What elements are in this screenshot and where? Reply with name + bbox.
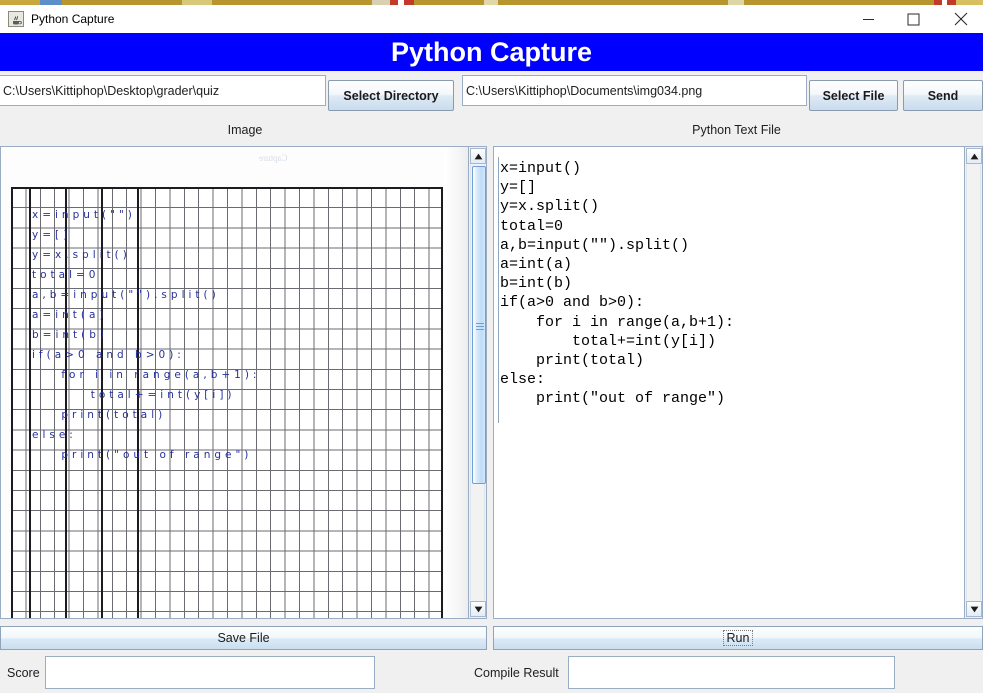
compile-result-label: Compile Result [474, 666, 559, 680]
python-text-panel: x=input() y=[] y=x.split() total=0 a,b=i… [493, 146, 983, 619]
select-directory-button[interactable]: Select Directory [328, 80, 454, 111]
image-panel-label: Image [227, 123, 263, 137]
app-banner: Python Capture [0, 33, 983, 71]
compile-result-field[interactable] [568, 656, 895, 689]
run-button[interactable]: Run [493, 626, 983, 650]
handwritten-line: print("out of range") [32, 449, 253, 461]
image-panel: Capture reference Console answer answer … [0, 146, 487, 619]
handwritten-line: a,b=input("").split() [32, 289, 220, 301]
close-button[interactable] [938, 5, 983, 33]
image-vertical-scrollbar[interactable] [468, 147, 486, 618]
title-bar: Python Capture [0, 5, 983, 33]
python-panel-label: Python Text File [692, 123, 781, 137]
handwritten-line: else: [32, 429, 77, 441]
image-viewport[interactable]: Capture reference Console answer answer … [1, 147, 468, 618]
handwritten-line: for i in range(a,b+1): [32, 369, 261, 381]
score-label: Score [7, 666, 40, 680]
directory-path-input[interactable]: C:\Users\Kittiphop\Desktop\grader\quiz [0, 75, 326, 106]
handwritten-line: a=int(a) [32, 309, 108, 321]
save-file-button[interactable]: Save File [0, 626, 487, 650]
paper-right-edge [444, 147, 468, 618]
maximize-button[interactable] [891, 5, 936, 33]
handwritten-line: print(total) [32, 409, 167, 421]
handwritten-line: x=input("") [32, 209, 136, 221]
save-file-label: Save File [217, 631, 270, 645]
scrollbar-track[interactable] [966, 165, 981, 600]
grid-thick-line [29, 187, 31, 618]
handwritten-line: y=[] [32, 229, 72, 241]
handwritten-line: b=int(b) [32, 329, 109, 341]
score-field[interactable] [45, 656, 375, 689]
handwritten-line: y=x.split() [32, 249, 131, 261]
python-code-text[interactable]: x=input() y=[] y=x.split() total=0 a,b=i… [500, 159, 734, 409]
scroll-up-icon[interactable] [966, 148, 982, 164]
grid-thick-line [441, 187, 443, 618]
graph-paper-grid: x=input("") y=[] y=x.split() total=0 a,b… [11, 187, 443, 618]
send-button[interactable]: Send [903, 80, 983, 111]
python-capture-window: Python Capture Python Capture C:\Users\K… [0, 0, 983, 693]
handwritten-line: total+=int(y[i]) [32, 389, 236, 401]
grid-thick-line [11, 187, 13, 618]
handwritten-line: if(a>0 and b>0): [32, 349, 185, 361]
python-vertical-scrollbar[interactable] [964, 147, 982, 618]
file-path-input[interactable]: C:\Users\Kittiphop\Documents\img034.png [462, 75, 807, 106]
app-banner-title: Python Capture [390, 37, 592, 67]
minimize-button[interactable] [846, 5, 891, 33]
text-cursor [498, 157, 499, 423]
select-file-button[interactable]: Select File [809, 80, 898, 111]
python-code-viewport[interactable]: x=input() y=[] y=x.split() total=0 a,b=i… [494, 147, 964, 618]
java-coffee-cup-icon [8, 11, 24, 27]
scrollbar-thumb[interactable] [472, 166, 486, 484]
run-label: Run [722, 630, 754, 646]
handwritten-line: total=0 [32, 269, 100, 281]
scroll-down-icon[interactable] [966, 601, 982, 617]
scanned-paper: Capture reference Console answer answer … [1, 147, 468, 618]
scroll-up-icon[interactable] [470, 148, 486, 164]
scrollbar-track[interactable] [470, 165, 486, 600]
grid-thick-line [137, 187, 139, 618]
window-title: Python Capture [31, 12, 115, 26]
grid-thick-line [11, 187, 443, 189]
scroll-down-icon[interactable] [470, 601, 486, 617]
